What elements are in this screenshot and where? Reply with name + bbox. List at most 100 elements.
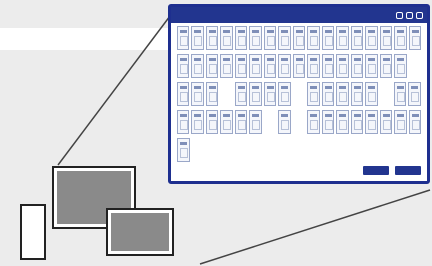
terminal-tile[interactable]	[307, 110, 320, 134]
terminal-tile[interactable]	[393, 82, 407, 106]
terminal-tile[interactable]	[234, 110, 248, 134]
empty-tile-slot	[307, 138, 319, 162]
terminal-tile[interactable]	[220, 26, 233, 50]
terminal-tile[interactable]	[408, 82, 421, 106]
app-title-bar	[171, 7, 427, 23]
terminal-tile-grid	[177, 26, 422, 166]
tile-row	[177, 138, 421, 162]
terminal-tile[interactable]	[379, 26, 393, 50]
empty-tile-slot	[293, 110, 305, 134]
terminal-tile[interactable]	[307, 26, 320, 50]
terminal-tile[interactable]	[205, 82, 219, 106]
terminal-tile[interactable]	[350, 110, 364, 134]
terminal-tile[interactable]	[278, 82, 291, 106]
terminal-tile[interactable]	[394, 26, 407, 50]
empty-tile-slot	[293, 138, 305, 162]
terminal-tile[interactable]	[177, 138, 190, 162]
terminal-tile[interactable]	[365, 26, 378, 50]
terminal-tile[interactable]	[379, 110, 393, 134]
terminal-tile[interactable]	[408, 26, 421, 50]
empty-tile-slot	[394, 138, 406, 162]
terminal-tile[interactable]	[350, 26, 364, 50]
terminal-tile[interactable]	[307, 54, 320, 78]
empty-tile-slot	[336, 138, 348, 162]
terminal-tile[interactable]	[191, 82, 204, 106]
terminal-tile[interactable]	[249, 110, 262, 134]
terminal-tile[interactable]	[278, 26, 291, 50]
empty-tile-slot	[409, 138, 421, 162]
terminal-tile[interactable]	[292, 26, 306, 50]
terminal-tile[interactable]	[177, 110, 190, 134]
tile-row	[177, 26, 421, 50]
terminal-tile[interactable]	[205, 110, 219, 134]
terminal-tile[interactable]	[365, 82, 378, 106]
terminal-tile[interactable]	[205, 54, 219, 78]
zoomed-app-window	[168, 4, 430, 184]
terminal-tile[interactable]	[205, 26, 219, 50]
terminal-tile[interactable]	[249, 26, 262, 50]
empty-tile-slot	[380, 138, 392, 162]
terminal-tile[interactable]	[336, 26, 349, 50]
empty-tile-slot	[192, 138, 204, 162]
tool-icon[interactable]	[406, 11, 413, 19]
tile-row	[177, 110, 422, 134]
empty-tile-slot	[235, 138, 247, 162]
empty-tile-slot	[293, 82, 305, 106]
pc-tower-icon	[20, 204, 46, 260]
terminal-tile[interactable]	[394, 110, 407, 134]
empty-tile-slot	[278, 138, 290, 162]
terminal-tile[interactable]	[365, 54, 378, 78]
terminal-tile[interactable]	[379, 54, 393, 78]
terminal-tile[interactable]	[234, 54, 248, 78]
empty-tile-slot	[380, 82, 392, 106]
footer-button-2[interactable]	[395, 166, 421, 175]
empty-tile-slot	[365, 138, 377, 162]
terminal-tile[interactable]	[321, 82, 335, 106]
terminal-tile[interactable]	[321, 26, 335, 50]
terminal-tile[interactable]	[263, 54, 277, 78]
terminal-tile[interactable]	[321, 110, 335, 134]
empty-tile-slot	[409, 54, 421, 78]
tile-row	[177, 54, 421, 78]
empty-tile-slot	[206, 138, 218, 162]
empty-tile-slot	[351, 138, 363, 162]
terminal-tile[interactable]	[177, 54, 190, 78]
terminal-tile[interactable]	[249, 54, 262, 78]
terminal-tile[interactable]	[292, 54, 306, 78]
terminal-tile[interactable]	[191, 54, 204, 78]
terminal-tile[interactable]	[336, 54, 349, 78]
terminal-tile[interactable]	[278, 54, 291, 78]
pencil-icon[interactable]	[396, 11, 403, 19]
terminal-tile[interactable]	[278, 110, 291, 134]
terminal-tile[interactable]	[394, 54, 407, 78]
laptop-icon	[106, 208, 174, 256]
terminal-tile[interactable]	[365, 110, 378, 134]
empty-tile-slot	[264, 110, 276, 134]
terminal-tile[interactable]	[191, 110, 204, 134]
monitor-icon[interactable]	[416, 11, 423, 19]
terminal-tile[interactable]	[350, 82, 364, 106]
terminal-tile[interactable]	[220, 110, 233, 134]
terminal-tile[interactable]	[263, 82, 277, 106]
tile-row	[177, 82, 421, 106]
terminal-tile[interactable]	[408, 110, 422, 134]
terminal-tile[interactable]	[249, 82, 262, 106]
terminal-tile[interactable]	[177, 26, 190, 50]
terminal-tile[interactable]	[177, 82, 190, 106]
footer-button-1[interactable]	[363, 166, 389, 175]
terminal-tile[interactable]	[336, 110, 349, 134]
empty-tile-slot	[220, 138, 232, 162]
terminal-tile[interactable]	[234, 26, 248, 50]
terminal-tile[interactable]	[336, 82, 349, 106]
empty-tile-slot	[264, 138, 276, 162]
terminal-tile[interactable]	[234, 82, 248, 106]
empty-tile-slot	[220, 82, 232, 106]
footer-buttons	[363, 166, 421, 175]
terminal-tile[interactable]	[220, 54, 233, 78]
terminal-tile[interactable]	[263, 26, 277, 50]
empty-tile-slot	[249, 138, 261, 162]
terminal-tile[interactable]	[350, 54, 364, 78]
terminal-tile[interactable]	[321, 54, 335, 78]
terminal-tile[interactable]	[307, 82, 320, 106]
terminal-tile[interactable]	[191, 26, 204, 50]
